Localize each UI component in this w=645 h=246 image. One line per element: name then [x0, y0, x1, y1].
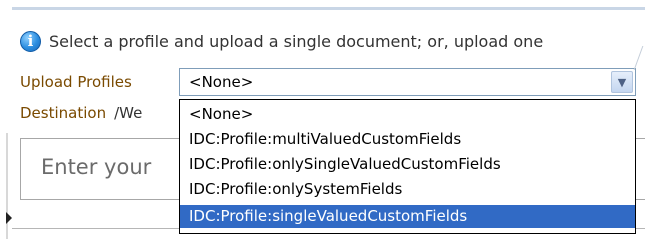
dropdown-option[interactable]: IDC:Profile:onlySystemFields — [180, 178, 635, 201]
dropdown-option[interactable]: IDC:Profile:onlySingleValuedCustomFields — [180, 153, 635, 176]
destination-label: Destination — [20, 104, 107, 122]
dropdown-option[interactable]: IDC:Profile:multiValuedCustomFields — [180, 128, 635, 151]
triangle-right-icon[interactable] — [6, 212, 12, 224]
top-divider — [12, 7, 645, 10]
info-text: Select a profile and upload a single doc… — [49, 31, 544, 51]
destination-value: /We — [114, 104, 143, 122]
chevron-down-icon[interactable]: ▼ — [611, 71, 633, 93]
upload-profiles-selected-value: <None> — [189, 73, 254, 91]
info-icon: i — [20, 30, 41, 52]
destination-row: Destination/We — [20, 104, 142, 122]
upload-profiles-select[interactable]: <None> ▼ — [179, 68, 636, 96]
dropdown-option[interactable]: <None> — [180, 103, 635, 126]
upload-profiles-dropdown-list[interactable]: <None> IDC:Profile:multiValuedCustomFiel… — [179, 99, 636, 234]
corner-decoration — [633, 46, 645, 70]
dropdown-option[interactable]: IDC:Profile:singleValuedCustomFields — [180, 205, 635, 228]
info-message: i Select a profile and upload a single d… — [20, 28, 543, 54]
upload-profiles-label: Upload Profiles — [20, 73, 132, 91]
enter-placeholder-text: Enter your — [41, 155, 152, 179]
